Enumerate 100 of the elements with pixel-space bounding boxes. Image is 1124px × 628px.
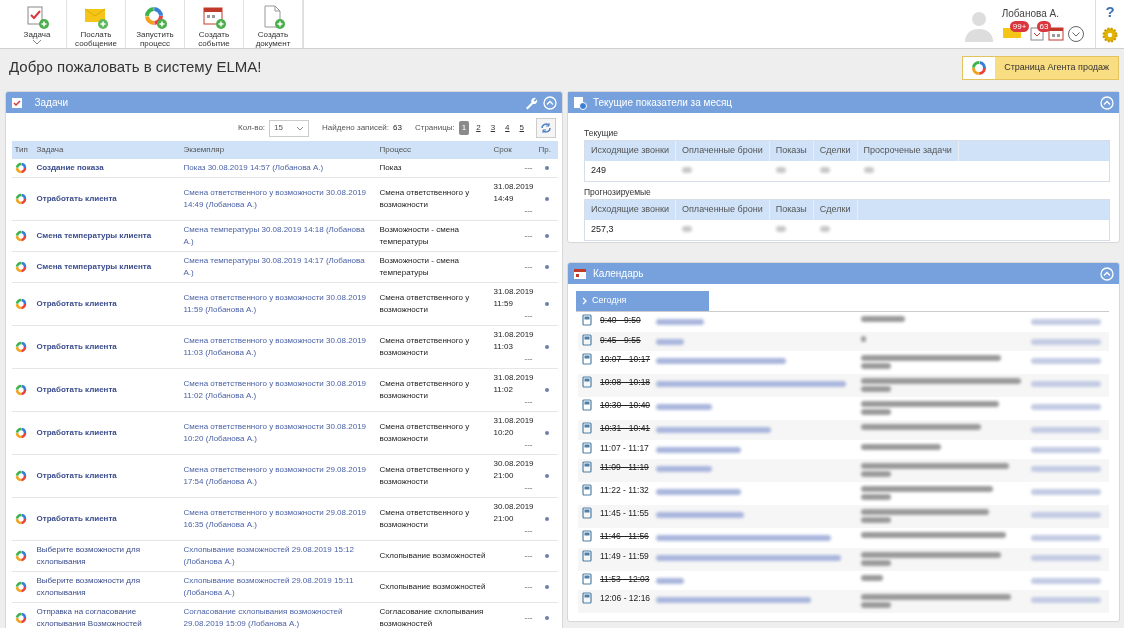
process-cell: Смена ответственного у возможности [376,177,491,221]
task-link[interactable]: Отработать клиента [36,341,178,354]
event-time: 11:09 - 11:19 [600,461,650,474]
event-time: 12:06 - 12:16 [600,592,652,605]
column-header: Исходящие звонки [585,199,676,220]
process-cell: Смена ответственного у возможности [376,368,491,412]
empty-value: --- [524,311,533,321]
page-link[interactable]: 2 [473,121,484,135]
process-cell: Согласование схлопывания возможностей [376,602,491,628]
panel-title: Календарь [593,267,644,281]
page-title: Добро пожаловать в систему ELMA! [9,57,262,78]
column-header: Показы [769,140,814,161]
process-cell: Смена ответственного у возможности [376,282,491,326]
column-header: Сделки [813,199,858,220]
found-count: 63 [393,122,402,134]
empty-value: --- [524,397,533,407]
task-link[interactable]: Отработать клиента [36,470,178,483]
column-header[interactable]: Процесс [376,141,491,159]
instance-link[interactable]: Смена ответственного у возможности 30.08.2019 11:02 (Лобанова А.) [183,378,374,403]
process-cell: Смена ответственного у возможности [376,497,491,541]
column-header[interactable]: Задача [33,141,181,159]
page-link[interactable]: 4 [502,121,513,135]
due-date: 31.08.2019 11:02 [493,372,533,397]
task-link[interactable]: Отработать клиента [36,513,178,526]
process-cell: Схлопывание возможностей [376,571,491,603]
instance-link[interactable]: Показ 30.08.2019 14:57 (Лобанова А.) [183,162,374,175]
page-link[interactable]: 5 [516,121,527,135]
column-header[interactable]: Срок [490,141,536,159]
process-cell: Возможности - смена температуры [376,220,491,252]
section-label: Текущие [584,127,619,140]
pages-label: Страницы: [414,122,455,134]
instance-link[interactable]: Смена ответственного у возможности 30.08.2019 11:03 (Лобанова А.) [183,335,374,360]
instance-link[interactable]: Смена температуры 30.08.2019 14:18 (Лобанова А.) [183,224,374,249]
task-link[interactable]: Отработать клиента [36,427,178,440]
event-time: 11:07 - 11:17 [600,441,650,455]
event-time: 11:49 - 11:59 [600,549,650,563]
page-link[interactable]: 3 [487,121,499,135]
page-size-select[interactable]: 15 [269,119,310,137]
column-header[interactable]: Экземпляр [180,141,377,159]
section-label: Прогнозируемые [584,185,652,199]
column-header: Показы [769,199,814,220]
task-link[interactable]: Смена температуры клиента [36,230,178,243]
instance-link[interactable]: Схлопывание возможностей 29.08.2019 15:11 (Лобанова А.) [183,575,374,600]
instance-link[interactable]: Смена ответственного у возможности 30.08.2019 14:49 (Лобанова А.) [183,187,374,212]
task-link[interactable]: Отработать клиента [36,298,178,311]
due-date: 31.08.2019 11:59 [493,286,533,311]
due-date: 31.08.2019 11:03 [493,329,533,354]
event-time: 9:45 - 9:55 [600,333,642,347]
toolbar-button[interactable]: Запустить процесс [126,0,185,48]
instance-link[interactable]: Смена ответственного у возможности 29.08.2019 17:54 (Лобанова А.) [183,464,374,489]
column-header: Оплаченные брони [676,140,770,161]
instance-link[interactable]: Смена ответственного у возможности 30.08.2019 11:59 (Лобанова А.) [183,292,374,317]
process-cell: Показ [376,159,491,178]
process-cell: Схлопывание возможностей [376,540,491,572]
empty-value: --- [524,483,533,493]
process-cell: Смена ответственного у возможности [376,325,491,369]
panel-title: Задачи [34,96,69,110]
empty-value: --- [524,582,533,592]
toolbar-button[interactable]: Создать документ [244,0,303,48]
task-link[interactable]: Создание показа [36,162,178,175]
empty-value: --- [524,551,533,561]
due-date: 31.08.2019 14:49 [493,181,533,206]
instance-link[interactable]: Согласование схлопывания возможностей 29.08.2019 15:09 (Лобанова А.) [183,606,374,628]
metric-value: 257,3 [591,223,614,234]
instance-link[interactable]: Смена ответственного у возможности 30.08.2019 10:20 (Лобанова А.) [183,421,374,446]
empty-value: --- [524,526,533,536]
task-link[interactable]: Отработать клиента [36,193,178,206]
empty-value: --- [524,613,533,623]
event-time: 10:30 - 10:40 [600,399,652,412]
event-time: 10:31 - 10:41 [600,422,652,435]
toolbar-button[interactable]: Задача [8,0,67,48]
agent-page-button[interactable]: Страница Агента продаж [962,55,1119,80]
task-count-badge: 63 [1036,20,1052,32]
count-label: Кол-во: [237,122,266,134]
event-time: 10:08 - 10:18 [600,376,652,389]
column-header: Просроченые задачи [857,140,959,161]
task-link[interactable]: Отправка на согласование схлопывания Возможностей [36,606,178,628]
event-time: 10:07 - 10:17 [600,353,652,366]
column-header: Сделки [813,140,858,161]
instance-link[interactable]: Смена температуры 30.08.2019 14:17 (Лобанова А.) [183,255,374,280]
process-cell: Возможности - смена температуры [376,251,491,283]
instance-link[interactable]: Схлопывание возможностей 29.08.2019 15:12 (Лобанова А.) [183,544,374,569]
panel-title: Текущие показатели за месяц [593,96,733,110]
event-time: 11:22 - 11:32 [600,484,650,497]
task-link[interactable]: Выберите возможности для схлопывания [36,544,178,569]
task-link[interactable]: Отработать клиента [36,384,178,397]
empty-value: --- [524,163,533,173]
task-link[interactable]: Смена температуры клиента [36,261,178,274]
event-time: 11:46 - 11:56 [600,530,650,543]
column-header[interactable]: Тип [11,141,34,159]
instance-link[interactable]: Смена ответственного у возможности 29.08.2019 16:35 (Лобанова А.) [183,507,374,532]
empty-value: --- [524,206,533,216]
user-name: Лобанова А. [1001,6,1060,21]
help-icon[interactable]: ? [1105,4,1115,19]
task-link[interactable]: Выберите возможности для схлопывания [36,575,178,600]
toolbar-button[interactable]: Создать событие [185,0,244,48]
column-header: Исходящие звонки [585,140,676,161]
toolbar-button[interactable]: Послать сообщение [67,0,126,48]
due-date: 30.08.2019 21:00 [493,458,533,483]
column-header[interactable]: Пр. [535,141,558,159]
